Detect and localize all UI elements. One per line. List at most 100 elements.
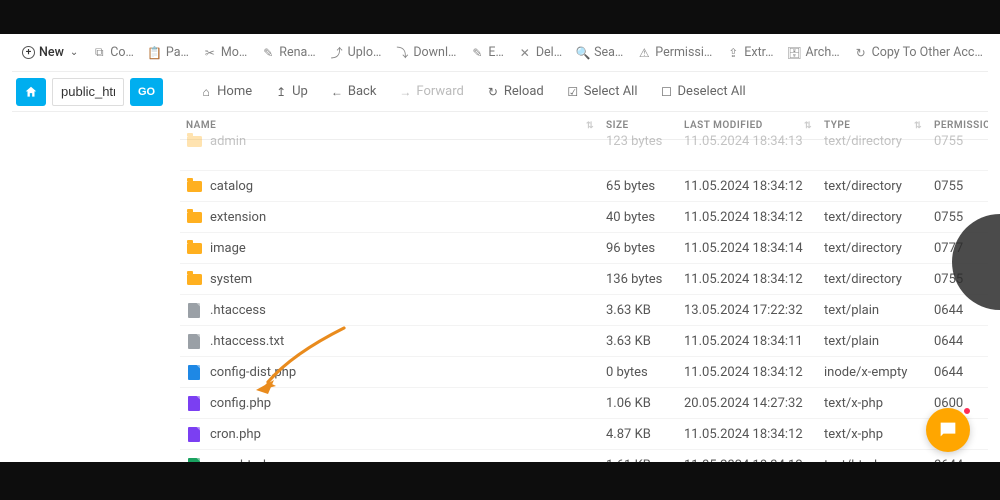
copy-icon: ⧉: [92, 46, 106, 60]
home-icon-button[interactable]: [16, 78, 46, 106]
file-size: 65 bytes: [600, 171, 678, 202]
copy-to-other-button[interactable]: ↻Copy To Other Acc…: [848, 41, 988, 64]
delete-label: Del…: [536, 45, 562, 60]
paste-label: Pa…: [166, 45, 189, 60]
file-size: 0 bytes: [600, 357, 678, 388]
file-type: text/directory: [818, 233, 928, 264]
download-button[interactable]: ⤵Downl…: [389, 41, 462, 64]
download-icon: ⤵: [395, 46, 409, 60]
file-name: image: [210, 241, 246, 256]
delete-button[interactable]: ✕ Del…: [512, 41, 568, 64]
upload-label: Uplo…: [348, 45, 382, 60]
move-button[interactable]: ✂Mo…: [197, 41, 253, 64]
folder-icon: [186, 133, 202, 149]
home-small-icon: ⌂: [199, 85, 213, 99]
file-size: 123 bytes: [600, 126, 678, 157]
nav-home-label: Home: [217, 84, 252, 99]
table-row[interactable]: .htaccess3.63 KB13.05.2024 17:22:32text/…: [180, 295, 988, 326]
file-size: 3.63 KB: [600, 326, 678, 357]
sidebar-spacer: [12, 112, 180, 462]
go-button[interactable]: GO: [130, 78, 163, 106]
extract-label: Extr…: [744, 45, 773, 60]
upload-button[interactable]: ⤴ Uplo…: [324, 41, 388, 64]
copy-to-label: Copy To Other Acc…: [872, 45, 983, 60]
permissions-button[interactable]: ⚠Permissi…: [631, 41, 718, 64]
table-row[interactable]: config.php1.06 KB20.05.2024 14:27:32text…: [180, 388, 988, 419]
table-row[interactable]: image96 bytes11.05.2024 18:34:14text/dir…: [180, 233, 988, 264]
file-name: cron.php: [210, 427, 261, 442]
folder-icon: [186, 178, 202, 194]
archive-label: Arch…: [806, 45, 840, 60]
file-modified: 11.05.2024 18:34:12: [678, 202, 818, 233]
nav-home[interactable]: ⌂ Home: [191, 80, 260, 103]
copy-button[interactable]: ⧉Co…: [86, 41, 140, 64]
paste-button[interactable]: 📋Pa…: [142, 41, 195, 64]
extract-button[interactable]: ⇪ Extr…: [720, 41, 779, 64]
main-panel: + New ⌄ ⧉Co… 📋Pa… ✂Mo… ✎ Rena… ⤴ Uplo… ⤵Do…: [12, 34, 988, 462]
archive-icon: 🗄: [788, 46, 802, 60]
file-modified: 11.05.2024 18:34:11: [678, 326, 818, 357]
nav-reload-label: Reload: [504, 84, 544, 99]
nav-up-label: Up: [292, 84, 308, 99]
nav-back[interactable]: ←Back: [322, 80, 385, 103]
file-permissions: 0644: [928, 326, 988, 357]
chevron-down-icon: ⌄: [70, 47, 78, 58]
new-button[interactable]: + New ⌄: [16, 41, 84, 64]
upload-icon: ⤴: [330, 46, 344, 60]
folder-icon: [186, 271, 202, 287]
rename-button[interactable]: ✎ Rena…: [255, 41, 321, 64]
folder-icon: [186, 209, 202, 225]
folder-icon: [186, 240, 202, 256]
file-type: text/plain: [818, 295, 928, 326]
table-row[interactable]: config-dist.php 0 bytes11.05.2024 18:34:1…: [180, 357, 988, 388]
back-icon: ←: [330, 85, 344, 99]
file-modified: 20.05.2024 14:27:32: [678, 388, 818, 419]
chat-icon: [937, 419, 959, 441]
nav-up[interactable]: ↥ Up: [266, 80, 316, 103]
delete-icon: ✕: [518, 46, 532, 60]
table-row[interactable]: .htaccess.txt3.63 KB11.05.2024 18:34:11t…: [180, 326, 988, 357]
chat-fab[interactable]: [926, 408, 970, 452]
window-chrome-bottom: [0, 462, 1000, 500]
file-modified: 11.05.2024 18:34:12: [678, 419, 818, 450]
notification-dot: [962, 406, 972, 416]
file-name: error.html: [210, 458, 266, 463]
rename-icon: ✎: [261, 46, 275, 60]
table-row[interactable]: system136 bytes11.05.2024 18:34:12text/d…: [180, 264, 988, 295]
path-input[interactable]: [52, 78, 124, 106]
nav-reload[interactable]: ↻Reload: [478, 80, 552, 103]
file-size: 3.63 KB: [600, 295, 678, 326]
file-icon: [186, 457, 202, 462]
archive-button[interactable]: 🗄 Arch…: [782, 41, 846, 64]
up-icon: ↥: [274, 85, 288, 99]
action-toolbar: + New ⌄ ⧉Co… 📋Pa… ✂Mo… ✎ Rena… ⤴ Uplo… ⤵Do…: [12, 34, 988, 72]
table-row[interactable]: error.html1.61 KB11.05.2024 18:34:12text…: [180, 450, 988, 463]
file-type: text/directory: [818, 202, 928, 233]
file-type: text/directory: [818, 264, 928, 295]
table-row[interactable]: extension40 bytes11.05.2024 18:34:12text…: [180, 202, 988, 233]
file-icon: [186, 333, 202, 349]
select-all[interactable]: ☑Select All: [558, 80, 646, 103]
file-modified: 13.05.2024 17:22:32: [678, 295, 818, 326]
move-label: Mo…: [221, 45, 247, 60]
table-row[interactable]: catalog65 bytes11.05.2024 18:34:12text/d…: [180, 171, 988, 202]
file-table-wrap: Name⇅ Size Last Modified⇅ Type⇅ Permissi…: [180, 112, 988, 462]
file-icon: [186, 426, 202, 442]
rename-label: Rena…: [279, 45, 315, 60]
file-modified: 11.05.2024 18:34:12: [678, 450, 818, 463]
deselect-all-label: Deselect All: [678, 84, 746, 99]
file-permissions: 0755: [928, 171, 988, 202]
file-modified: 11.05.2024 18:34:12: [678, 357, 818, 388]
deselect-all[interactable]: ☐Deselect All: [652, 80, 754, 103]
file-name: config-dist.php: [210, 365, 296, 380]
search-button[interactable]: 🔍Sea…: [570, 41, 629, 64]
extract-icon: ⇪: [726, 46, 740, 60]
file-icon: [186, 395, 202, 411]
edit-button[interactable]: ✎E…: [464, 41, 509, 64]
lock-icon: ⚠: [637, 46, 651, 60]
edit-label: E…: [488, 45, 503, 60]
table-row[interactable]: admin123 bytes11.05.2024 18:34:13text/di…: [180, 126, 988, 157]
table-row[interactable]: cron.php4.87 KB11.05.2024 18:34:12text/x…: [180, 419, 988, 450]
select-all-label: Select All: [584, 84, 638, 99]
file-modified: 11.05.2024 18:34:14: [678, 233, 818, 264]
